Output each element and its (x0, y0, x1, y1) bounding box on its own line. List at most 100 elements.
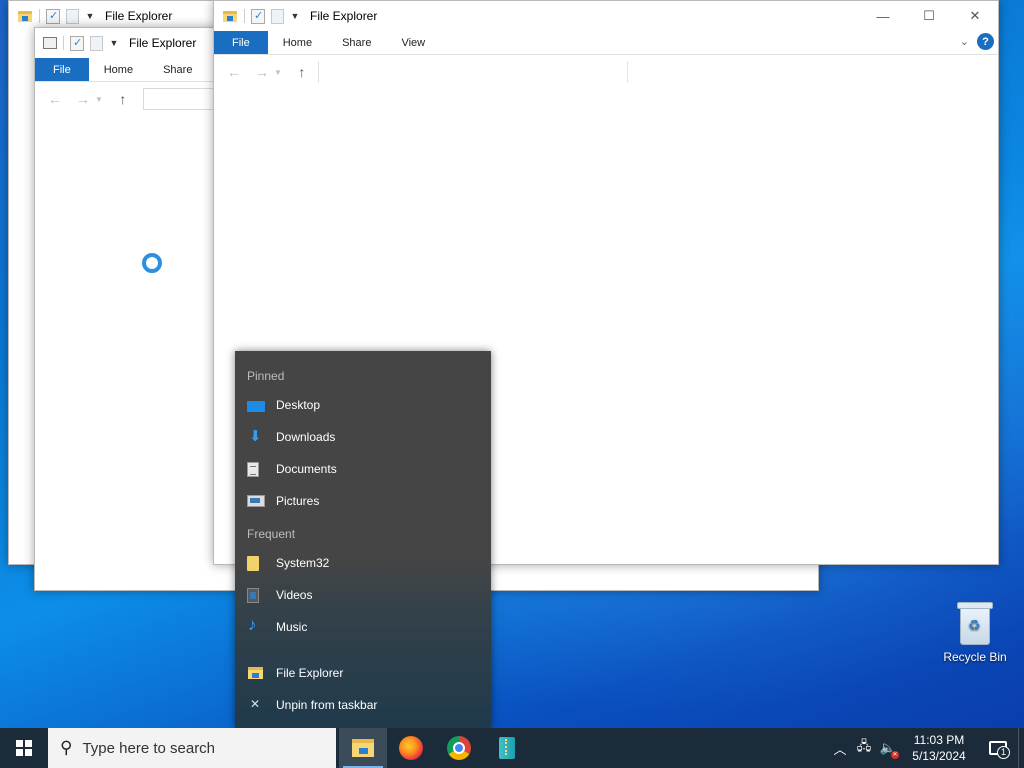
window-titlebar[interactable]: ▼ File Explorer — ☐ ✕ (214, 1, 998, 31)
system-tray: ︿ 🖧 🔈 ✕ 11:03 PM 5/13/2024 1 (828, 728, 1024, 768)
volume-muted-icon[interactable]: 🔈 ✕ (876, 740, 900, 759)
clock-time: 11:03 PM (913, 733, 965, 747)
jump-item-file-explorer[interactable]: File Explorer (247, 662, 343, 684)
new-folder-icon[interactable] (90, 35, 103, 51)
jump-item-label: Desktop (276, 398, 321, 412)
jump-item-system32[interactable]: System32 (247, 552, 329, 574)
folder-icon (247, 555, 259, 571)
taskbar-archive-app[interactable] (483, 728, 531, 768)
jump-item-label: System32 (276, 556, 330, 570)
file-explorer-icon (352, 739, 374, 757)
separator (63, 36, 64, 50)
recycle-bin-label: Recycle Bin (943, 650, 1007, 664)
tab-share[interactable]: Share (148, 58, 207, 81)
jump-item-label: Videos (276, 588, 313, 602)
quick-access-dropdown-icon[interactable]: ▼ (109, 38, 119, 48)
music-icon (247, 615, 265, 635)
folder-icon (17, 8, 33, 24)
taskbar-jump-list: Pinned Desktop Downloads Documents Pictu… (235, 351, 491, 728)
tab-file[interactable]: File (214, 31, 268, 54)
caption-buttons: — ☐ ✕ (860, 1, 998, 31)
ribbon-controls: ⌄ ? (960, 33, 994, 50)
quick-access-dropdown-icon[interactable]: ▼ (85, 11, 95, 21)
jump-item-label: Pictures (276, 494, 320, 508)
jump-item-downloads[interactable]: Downloads (247, 426, 335, 448)
frequent-header: Frequent (247, 527, 296, 541)
help-icon[interactable]: ? (977, 33, 994, 50)
properties-icon[interactable] (70, 35, 84, 51)
expand-ribbon-chevron-icon[interactable]: ⌄ (960, 35, 969, 48)
clock[interactable]: 11:03 PM 5/13/2024 (900, 732, 978, 764)
loading-spinner-icon (142, 253, 162, 273)
unpin-icon (247, 697, 265, 713)
recent-locations-icon[interactable]: ▼ (274, 68, 282, 77)
jump-item-label: Downloads (276, 430, 336, 444)
taskbar: ⚲ Type here to search ︿ 🖧 🔈 ✕ 11:03 PM 5/… (0, 728, 1024, 768)
documents-icon (247, 461, 259, 477)
archive-icon (499, 737, 515, 759)
tab-home[interactable]: Home (268, 31, 327, 54)
videos-icon (247, 587, 259, 603)
tab-view[interactable]: View (386, 31, 440, 54)
address-bar[interactable] (317, 61, 628, 83)
up-arrow-icon[interactable]: ↑ (294, 64, 310, 80)
jump-item-videos[interactable]: Videos (247, 584, 312, 606)
jump-item-label: Unpin from taskbar (276, 698, 378, 712)
recent-locations-icon[interactable]: ▼ (95, 95, 103, 104)
show-desktop-button[interactable] (1018, 728, 1024, 768)
search-icon: ⚲ (60, 738, 73, 757)
folder-icon (222, 8, 238, 24)
clock-date: 5/13/2024 (912, 749, 966, 763)
taskbar-chrome[interactable] (435, 728, 483, 768)
search-box[interactable]: ⚲ Type here to search (48, 728, 336, 768)
jump-item-label: Music (276, 620, 308, 634)
new-folder-icon[interactable] (66, 8, 79, 24)
windows-logo-icon (16, 740, 32, 756)
window-title: File Explorer (105, 9, 173, 23)
navigation-bar: ← → ▼ ↑ (214, 55, 998, 89)
separator (39, 9, 40, 23)
show-hidden-icons-chevron-icon[interactable]: ︿ (828, 739, 852, 758)
app-icon (43, 37, 57, 49)
file-explorer-icon (247, 665, 265, 681)
jump-item-unpin[interactable]: Unpin from taskbar (247, 694, 377, 716)
properties-icon[interactable] (46, 8, 60, 24)
jump-item-label: File Explorer (276, 666, 344, 680)
forward-arrow-icon[interactable]: → (75, 91, 91, 107)
quick-access-dropdown-icon[interactable]: ▼ (290, 11, 300, 21)
action-center-button[interactable]: 1 (978, 728, 1018, 768)
up-arrow-icon[interactable]: ↑ (115, 91, 131, 107)
forward-arrow-icon[interactable]: → (254, 64, 270, 80)
network-icon[interactable]: 🖧 (852, 737, 876, 759)
recycle-bin-icon: ♻ (957, 602, 993, 646)
new-folder-icon[interactable] (271, 8, 284, 24)
window-title: File Explorer (129, 36, 197, 50)
pictures-icon (247, 495, 265, 507)
tab-share[interactable]: Share (327, 31, 386, 54)
taskbar-firefox[interactable] (387, 728, 435, 768)
jump-item-music[interactable]: Music (247, 615, 308, 638)
pinned-header: Pinned (247, 369, 285, 383)
jump-item-desktop[interactable]: Desktop (247, 394, 320, 416)
start-button[interactable] (0, 728, 48, 768)
firefox-icon (399, 736, 423, 760)
jump-item-documents[interactable]: Documents (247, 458, 337, 480)
notification-count: 1 (997, 746, 1010, 759)
search-placeholder: Type here to search (82, 739, 216, 757)
jump-item-label: Documents (276, 462, 337, 476)
jump-item-pictures[interactable]: Pictures (247, 490, 319, 512)
tab-home[interactable]: Home (89, 58, 148, 81)
recycle-bin-desktop-icon[interactable]: ♻ Recycle Bin (942, 602, 1008, 664)
minimize-button[interactable]: — (860, 1, 906, 31)
tab-file[interactable]: File (35, 58, 89, 81)
close-button[interactable]: ✕ (952, 1, 998, 31)
separator (244, 9, 245, 23)
window-title: File Explorer (310, 9, 378, 23)
back-arrow-icon[interactable]: ← (226, 64, 242, 80)
maximize-button[interactable]: ☐ (906, 1, 952, 31)
taskbar-file-explorer[interactable] (339, 728, 387, 768)
back-arrow-icon[interactable]: ← (47, 91, 63, 107)
properties-icon[interactable] (251, 8, 265, 24)
ribbon-tabs: File Home Share View ⌄ ? (214, 31, 998, 55)
downloads-icon (247, 427, 265, 445)
